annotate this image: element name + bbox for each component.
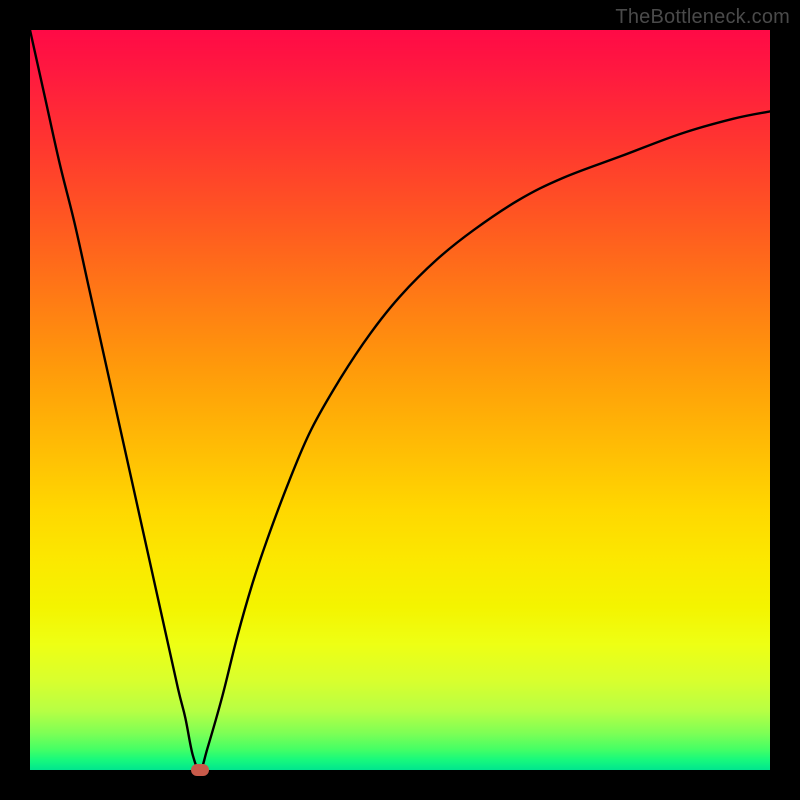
curve-layer [30, 30, 770, 770]
watermark-text: TheBottleneck.com [615, 6, 790, 29]
optimal-marker [191, 764, 209, 776]
plot-area [30, 30, 770, 770]
chart-frame: TheBottleneck.com [0, 0, 800, 800]
bottleneck-curve-path [30, 30, 770, 770]
